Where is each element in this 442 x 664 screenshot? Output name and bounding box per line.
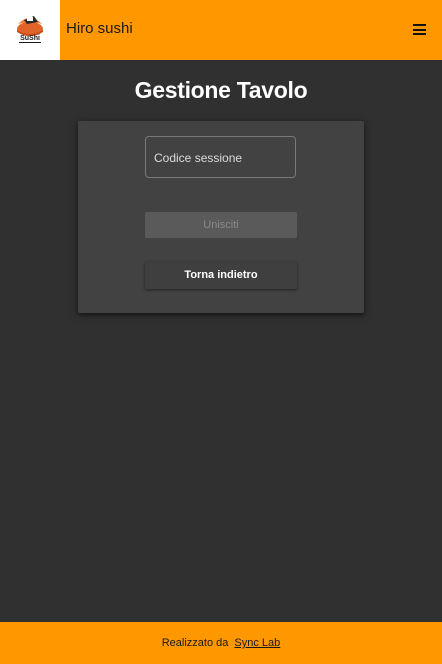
page-title: Gestione Tavolo — [134, 77, 308, 103]
sync-lab-link[interactable]: Sync Lab — [234, 637, 280, 649]
session-code-label: Codice sessione — [154, 151, 243, 165]
app-footer: Realizzato da Sync Lab — [0, 622, 442, 664]
menu-button[interactable] — [408, 18, 432, 42]
back-button[interactable]: Torna indietro — [145, 262, 297, 289]
session-code-input[interactable]: Codice sessione — [145, 136, 296, 178]
table-management-card: Codice sessione Unisciti Torna indietro — [78, 121, 364, 313]
logo-text: SuShi — [20, 35, 40, 42]
app-title[interactable]: Hiro sushi — [66, 19, 133, 39]
app-header: SuShi Hiro sushi — [0, 0, 442, 60]
logo[interactable]: SuShi — [0, 0, 60, 60]
app-page: SuShi Hiro sushi Gestione Tavolo Codice … — [0, 0, 442, 664]
join-button[interactable]: Unisciti — [145, 212, 297, 238]
footer-text: Realizzato da — [161, 637, 229, 649]
sushi-logo-icon: SuShi — [17, 16, 43, 43]
